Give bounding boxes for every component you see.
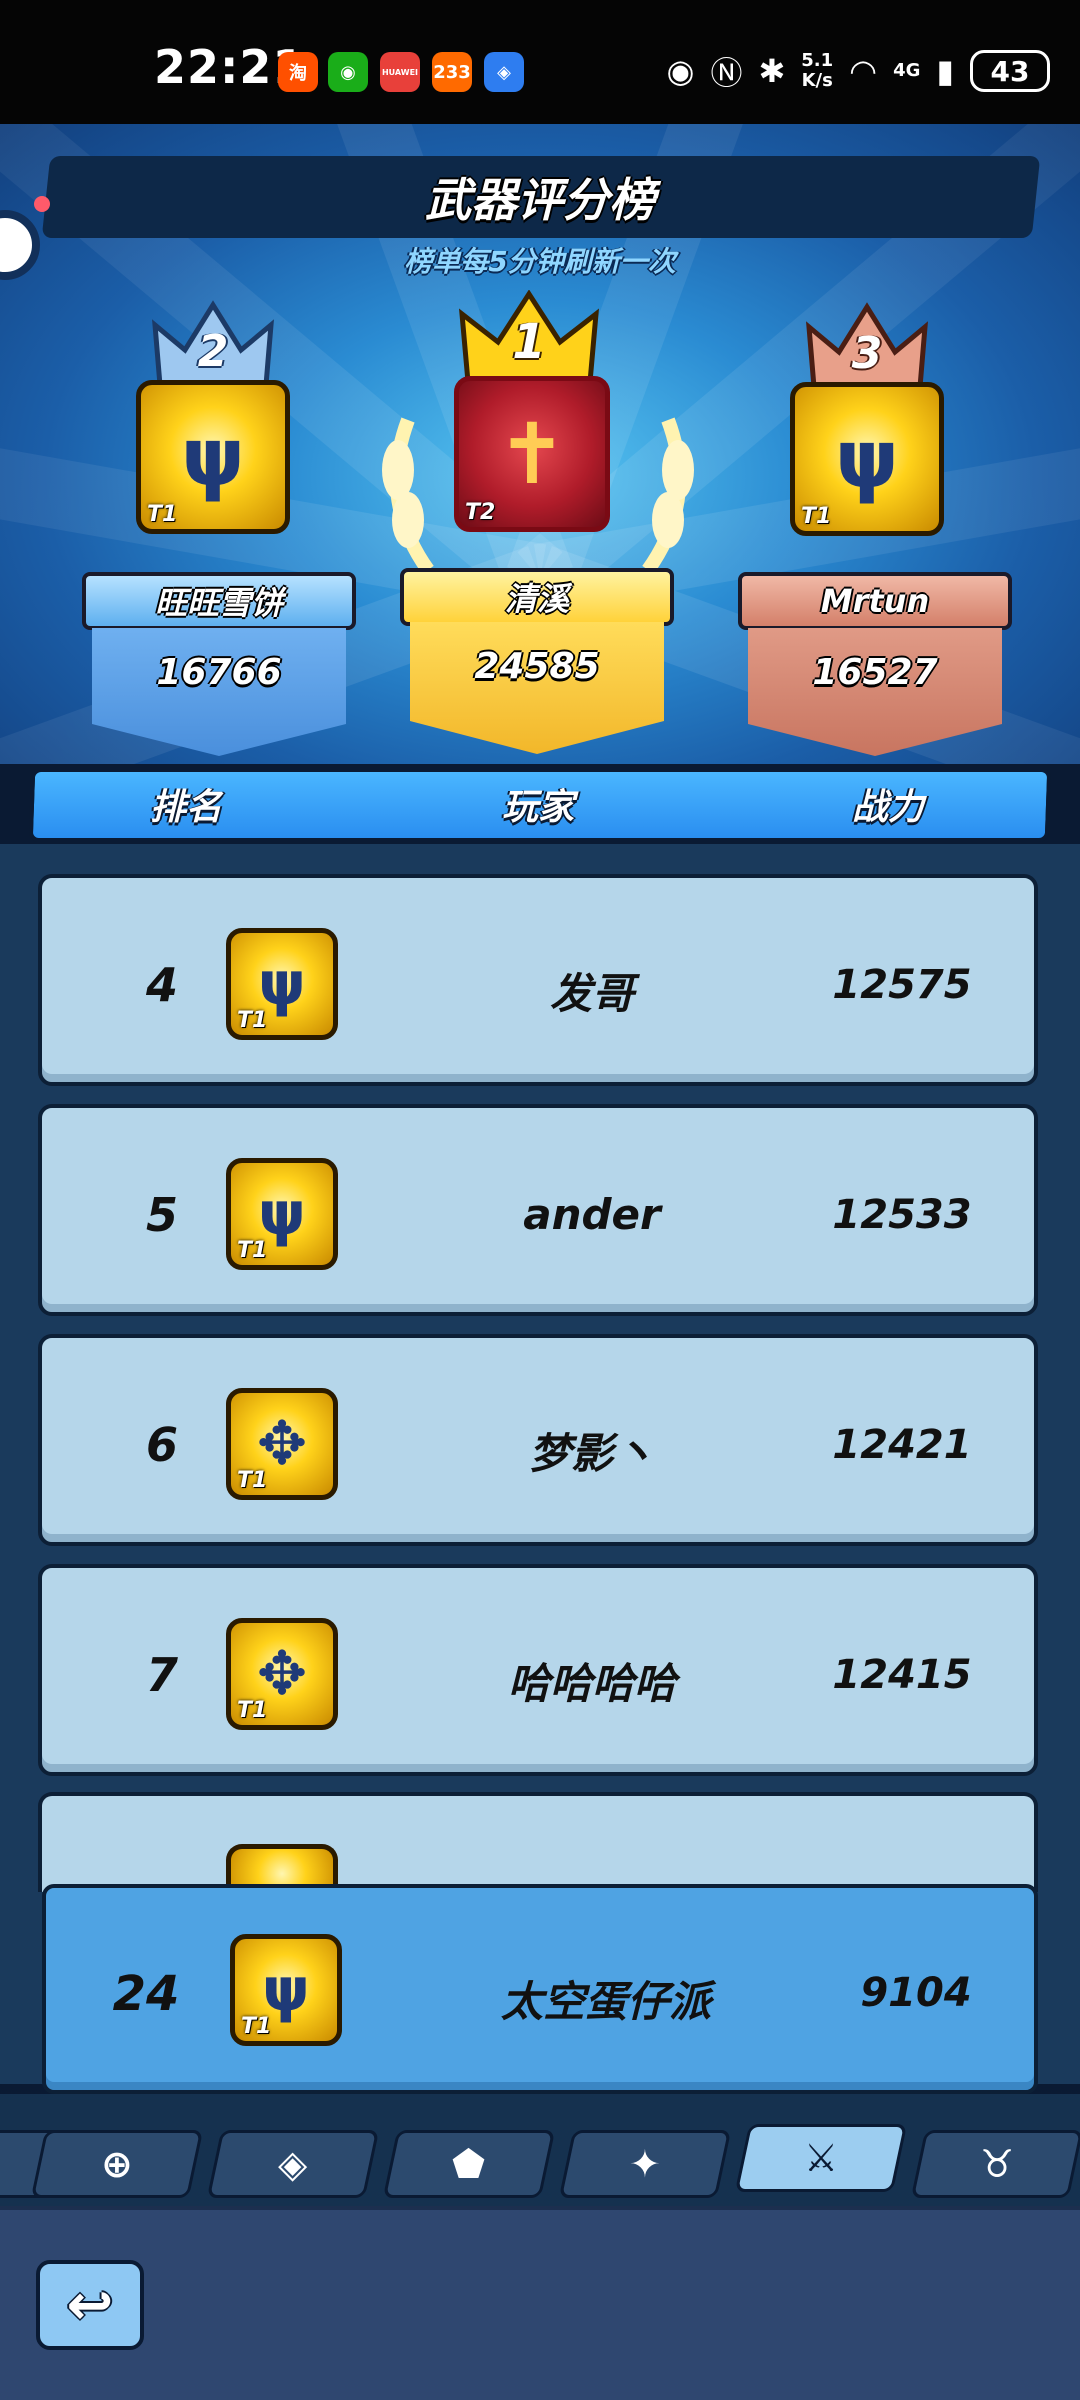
page-title: 武器评分榜 bbox=[425, 173, 655, 227]
tab-sparkle[interactable]: ✦ bbox=[558, 2130, 732, 2198]
ranking-row[interactable]: 6 ✥ T1 梦影丶 12421 bbox=[38, 1334, 1038, 1546]
row-power: 12415 bbox=[832, 1652, 972, 1698]
red-cross-staff-icon: ✝ T2 bbox=[454, 376, 610, 532]
row-player: ander bbox=[523, 1190, 661, 1239]
podium-second-player: 旺旺雪饼 bbox=[82, 572, 356, 630]
rank-2-label: 2 bbox=[197, 326, 229, 377]
row-player: 哈哈哈哈 bbox=[507, 1659, 676, 1708]
row-rank: 6 bbox=[145, 1418, 178, 1472]
row-rank: 7 bbox=[145, 1648, 178, 1702]
gold-trident-icon: ψ T1 bbox=[226, 928, 338, 1040]
back-button[interactable]: ↩ bbox=[36, 2260, 144, 2350]
gold-halberd-icon: ✥ T1 bbox=[226, 1388, 338, 1500]
podium-third-player: Mrtun bbox=[738, 572, 1012, 630]
my-rank: 24 bbox=[112, 1966, 180, 2022]
armor-icon: ⬟ bbox=[452, 2142, 486, 2186]
gold-trident-icon: ψ T1 bbox=[790, 382, 944, 536]
eye-icon: ◉ bbox=[666, 52, 695, 90]
header-power: 战力 bbox=[852, 787, 925, 828]
taobao-icon: 淘 bbox=[278, 52, 318, 92]
footer bbox=[0, 2206, 1080, 2400]
app-233-icon: 233 bbox=[432, 52, 472, 92]
row-player: 发哥 bbox=[549, 969, 634, 1018]
browser-icon: ◈ bbox=[484, 52, 524, 92]
gold-trident-icon: ψ T1 bbox=[226, 1158, 338, 1270]
row-rank: 5 bbox=[145, 1188, 178, 1242]
network-type: 4G bbox=[893, 60, 921, 81]
status-bar: 22:21 淘 ◉ HUAWEI 233 ◈ ◉ Ⓝ ✱ 5.1 K/s ◠ 4… bbox=[0, 0, 1080, 124]
target-icon: ⊕ bbox=[101, 2142, 133, 2186]
gold-trident-icon: ψ T1 bbox=[230, 1934, 342, 2046]
refresh-note: 榜单每5分钟刷新一次 bbox=[404, 245, 676, 278]
helmet-icon: ♉ bbox=[979, 2142, 1015, 2186]
row-power: 12421 bbox=[832, 1422, 972, 1468]
podium-first-player: 清溪 bbox=[400, 568, 674, 626]
my-power: 9104 bbox=[860, 1970, 972, 2016]
ranking-row[interactable]: 4 ψ T1 发哥 12575 bbox=[38, 874, 1038, 1086]
header-player: 玩家 bbox=[502, 787, 575, 828]
tab-helmet[interactable]: ♉ bbox=[910, 2130, 1080, 2198]
my-player: 太空蛋仔派 bbox=[500, 1977, 711, 2026]
sparkle-icon: ✦ bbox=[629, 2142, 661, 2186]
rank-1-label: 1 bbox=[512, 314, 546, 370]
row-power: 12533 bbox=[832, 1192, 972, 1238]
battery-icon: 43 bbox=[970, 50, 1050, 92]
bluetooth-icon: ✱ bbox=[758, 52, 786, 90]
wifi-icon: ◠ bbox=[849, 52, 878, 90]
header-rank: 排名 bbox=[150, 787, 223, 828]
net-speed: 5.1 K/s bbox=[801, 50, 834, 91]
notification-dot bbox=[34, 196, 50, 212]
signal-icon: ▮ bbox=[936, 52, 954, 90]
rank-3-label: 3 bbox=[851, 328, 883, 379]
row-power: 12575 bbox=[832, 962, 972, 1008]
row-player: 梦影丶 bbox=[528, 1429, 655, 1478]
tab-weapon[interactable]: ⚔ bbox=[734, 2124, 908, 2192]
gold-trident-icon: ψ T1 bbox=[136, 380, 290, 534]
my-ranking-row[interactable]: 24 ψ T1 太空蛋仔派 9104 bbox=[42, 1884, 1038, 2094]
weapon-icon: ⚔ bbox=[803, 2136, 839, 2180]
gold-halberd-icon: ✥ T1 bbox=[226, 1618, 338, 1730]
nfc-icon: Ⓝ bbox=[710, 54, 743, 92]
ranking-row[interactable]: 5 ψ T1 ander 12533 bbox=[38, 1104, 1038, 1316]
tab-armor[interactable]: ⬟ bbox=[382, 2130, 556, 2198]
row-rank: 4 bbox=[145, 958, 178, 1012]
tab-shield[interactable]: ◈ bbox=[206, 2130, 380, 2198]
shield-icon: ◈ bbox=[278, 2142, 308, 2186]
ranking-row[interactable]: 7 ✥ T1 哈哈哈哈 12415 bbox=[38, 1564, 1038, 1776]
tab-target[interactable]: ⊕ bbox=[30, 2130, 204, 2198]
ranking-row-partial[interactable] bbox=[38, 1792, 1038, 1904]
back-arrow-icon: ↩ bbox=[66, 2272, 114, 2338]
huawei-icon: HUAWEI bbox=[380, 52, 420, 92]
wechat-icon: ◉ bbox=[328, 52, 368, 92]
